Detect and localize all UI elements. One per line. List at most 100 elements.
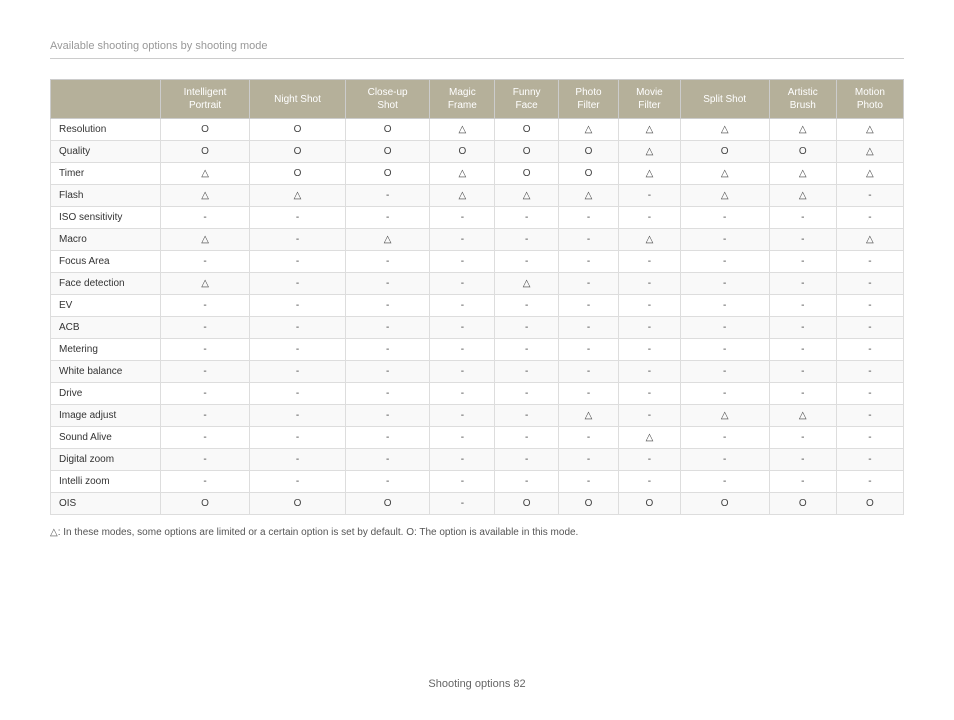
table-cell: - bbox=[495, 295, 558, 317]
header-split-shot: Split Shot bbox=[680, 80, 769, 119]
table-cell: - bbox=[430, 251, 495, 273]
table-cell: - bbox=[430, 471, 495, 493]
table-cell: △ bbox=[619, 427, 680, 449]
header-night-shot: Night Shot bbox=[250, 80, 346, 119]
table-cell: - bbox=[430, 405, 495, 427]
row-label: Timer bbox=[51, 163, 161, 185]
row-label: Image adjust bbox=[51, 405, 161, 427]
table-cell: - bbox=[680, 207, 769, 229]
row-label: ACB bbox=[51, 317, 161, 339]
table-cell: - bbox=[769, 251, 836, 273]
row-label: Flash bbox=[51, 185, 161, 207]
table-cell: - bbox=[430, 273, 495, 295]
table-row: Image adjust-----△-△△- bbox=[51, 405, 904, 427]
page-footer: Shooting options 82 bbox=[0, 678, 954, 690]
table-cell: - bbox=[161, 427, 250, 449]
table-row: ISO sensitivity---------- bbox=[51, 207, 904, 229]
table-cell: - bbox=[558, 361, 618, 383]
table-cell: - bbox=[619, 317, 680, 339]
table-cell: - bbox=[680, 449, 769, 471]
table-cell: △ bbox=[680, 185, 769, 207]
table-cell: - bbox=[345, 273, 429, 295]
row-label: Drive bbox=[51, 383, 161, 405]
table-cell: - bbox=[430, 383, 495, 405]
table-cell: O bbox=[250, 493, 346, 515]
table-cell: - bbox=[769, 449, 836, 471]
table-cell: - bbox=[250, 471, 346, 493]
table-cell: O bbox=[495, 493, 558, 515]
header-motion-photo: MotionPhoto bbox=[836, 80, 903, 119]
table-cell: - bbox=[619, 295, 680, 317]
table-cell: - bbox=[836, 295, 903, 317]
table-cell: - bbox=[495, 229, 558, 251]
table-row: Drive---------- bbox=[51, 383, 904, 405]
table-cell: - bbox=[495, 361, 558, 383]
table-cell: - bbox=[161, 471, 250, 493]
table-cell: - bbox=[836, 361, 903, 383]
title-divider bbox=[50, 58, 904, 59]
table-cell: O bbox=[495, 163, 558, 185]
row-label: ISO sensitivity bbox=[51, 207, 161, 229]
table-row: ResolutionOOO△O△△△△△ bbox=[51, 119, 904, 141]
table-cell: - bbox=[619, 251, 680, 273]
table-cell: O bbox=[836, 493, 903, 515]
table-cell: - bbox=[430, 339, 495, 361]
table-body: ResolutionOOO△O△△△△△QualityOOOOOO△OO△Tim… bbox=[51, 119, 904, 515]
row-label: Face detection bbox=[51, 273, 161, 295]
table-cell: - bbox=[558, 295, 618, 317]
page-container: Available shooting options by shooting m… bbox=[0, 0, 954, 598]
table-cell: - bbox=[250, 449, 346, 471]
row-label: Resolution bbox=[51, 119, 161, 141]
table-cell: - bbox=[161, 317, 250, 339]
table-cell: △ bbox=[836, 229, 903, 251]
table-cell: △ bbox=[161, 185, 250, 207]
table-cell: △ bbox=[430, 185, 495, 207]
table-cell: - bbox=[619, 471, 680, 493]
table-cell: - bbox=[836, 449, 903, 471]
table-cell: - bbox=[250, 229, 346, 251]
table-cell: - bbox=[495, 427, 558, 449]
table-cell: O bbox=[680, 141, 769, 163]
table-cell: △ bbox=[680, 163, 769, 185]
table-cell: - bbox=[836, 427, 903, 449]
table-cell: - bbox=[558, 207, 618, 229]
table-cell: - bbox=[430, 427, 495, 449]
table-cell: - bbox=[495, 317, 558, 339]
table-cell: - bbox=[250, 383, 346, 405]
table-cell: - bbox=[345, 207, 429, 229]
table-cell: - bbox=[495, 383, 558, 405]
row-label: Metering bbox=[51, 339, 161, 361]
table-cell: △ bbox=[769, 119, 836, 141]
table-header: IntelligentPortrait Night Shot Close-upS… bbox=[51, 80, 904, 119]
table-cell: - bbox=[430, 295, 495, 317]
table-cell: - bbox=[495, 471, 558, 493]
table-cell: - bbox=[769, 273, 836, 295]
table-row: Macro△-△---△--△ bbox=[51, 229, 904, 251]
table-cell: O bbox=[161, 141, 250, 163]
table-row: EV---------- bbox=[51, 295, 904, 317]
table-cell: △ bbox=[836, 141, 903, 163]
table-cell: - bbox=[680, 295, 769, 317]
table-cell: - bbox=[680, 251, 769, 273]
table-cell: △ bbox=[619, 163, 680, 185]
table-cell: △ bbox=[836, 119, 903, 141]
table-cell: - bbox=[250, 207, 346, 229]
table-cell: - bbox=[836, 383, 903, 405]
table-cell: - bbox=[680, 361, 769, 383]
table-cell: - bbox=[769, 207, 836, 229]
table-row: Timer△OO△OO△△△△ bbox=[51, 163, 904, 185]
table-cell: - bbox=[430, 317, 495, 339]
table-cell: - bbox=[619, 339, 680, 361]
table-cell: - bbox=[680, 229, 769, 251]
table-cell: - bbox=[769, 383, 836, 405]
table-cell: - bbox=[250, 295, 346, 317]
table-cell: △ bbox=[769, 163, 836, 185]
table-cell: △ bbox=[680, 405, 769, 427]
table-cell: - bbox=[680, 317, 769, 339]
table-cell: △ bbox=[619, 229, 680, 251]
table-cell: - bbox=[250, 273, 346, 295]
table-cell: - bbox=[161, 361, 250, 383]
table-cell: - bbox=[769, 427, 836, 449]
table-cell: - bbox=[250, 251, 346, 273]
table-cell: - bbox=[161, 295, 250, 317]
